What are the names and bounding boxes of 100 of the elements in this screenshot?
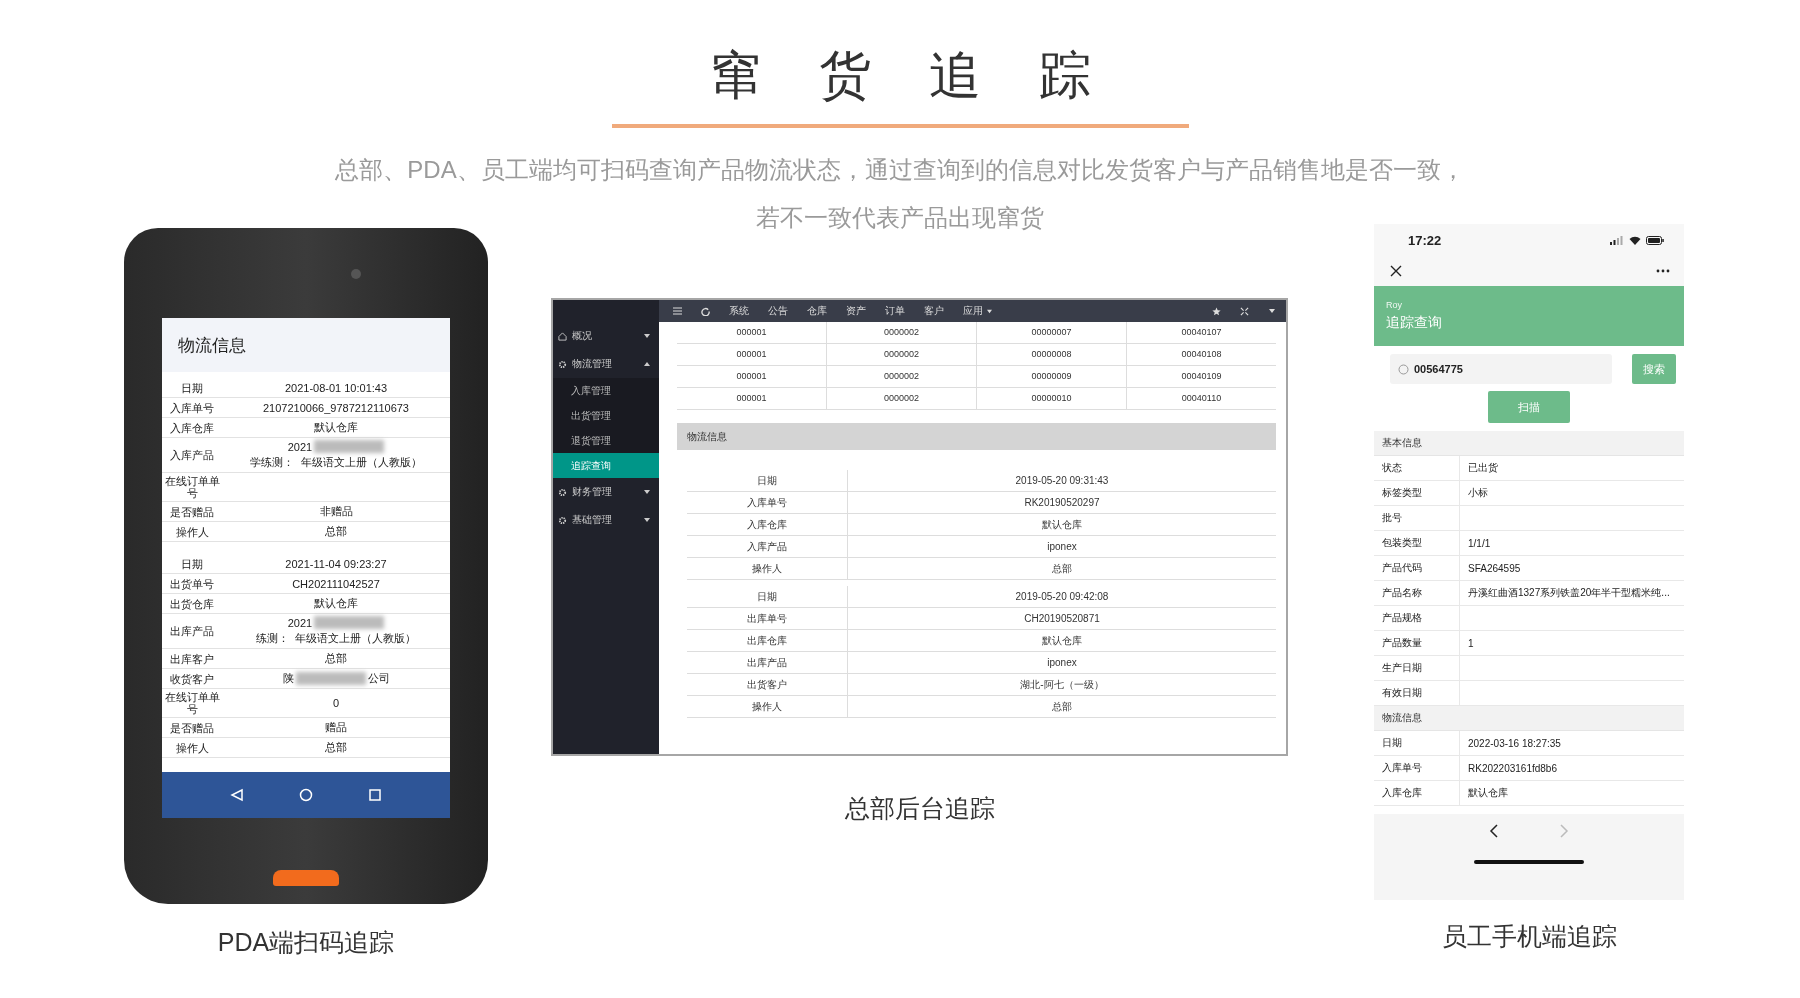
- field-value: 陕: [282, 671, 294, 686]
- search-field[interactable]: 00564775: [1390, 354, 1612, 384]
- recents-icon[interactable]: [368, 788, 383, 802]
- field-value: 2021: [287, 616, 313, 629]
- field-value: 2021: [287, 440, 313, 453]
- field-value: 默认仓库: [1467, 786, 1508, 800]
- nav-item[interactable]: 系统: [729, 304, 749, 318]
- fullscreen-icon[interactable]: [1240, 306, 1249, 316]
- table-cell: 00000010: [977, 388, 1127, 409]
- field-label: 操作人: [687, 558, 848, 579]
- table-cell: 0000002: [827, 366, 977, 387]
- caret-icon[interactable]: [986, 308, 993, 314]
- field-label: 日期: [180, 380, 204, 396]
- field-value: 总部: [1051, 562, 1073, 576]
- nav-item[interactable]: 仓库: [807, 304, 827, 318]
- sidebar-group[interactable]: 基础管理: [553, 506, 659, 534]
- field-label: 产品数量: [1374, 631, 1460, 655]
- field-label: 出货仓库: [169, 596, 215, 612]
- field-value: 2021-08-01 10:01:43: [283, 381, 389, 394]
- gear-icon: [558, 515, 567, 525]
- field-label: 生产日期: [1374, 656, 1460, 680]
- table-cell-text: 00040110: [1180, 392, 1223, 405]
- field-label: 日期: [687, 586, 848, 607]
- field-value: 湖北-阿七（一级）: [1019, 678, 1105, 692]
- nav-item[interactable]: 订单: [885, 304, 905, 318]
- sidebar-group[interactable]: 物流管理: [553, 350, 659, 378]
- field-label: 有效日期: [1374, 681, 1460, 705]
- nav-item[interactable]: 资产: [846, 304, 866, 318]
- field-label: 入库仓库: [1374, 781, 1460, 805]
- gear-icon: [558, 359, 567, 369]
- field-value: 默认仓库: [1041, 634, 1083, 648]
- field-value: iponex: [1046, 656, 1078, 670]
- field-label: 产品名称: [1374, 581, 1460, 605]
- field-value: 2019-05-20 09:42:08: [1014, 590, 1110, 604]
- caption: 总部后台追踪: [844, 793, 995, 824]
- field-value: 非赠品: [318, 504, 354, 519]
- field-label: 操作人: [174, 740, 210, 756]
- field-label: 在线订单单号: [163, 474, 221, 501]
- field-label: 入库产品: [169, 448, 215, 463]
- sidebar-item[interactable]: 退货管理: [553, 428, 659, 453]
- table-cell: 00000007: [977, 322, 1127, 343]
- table-cell: 0000002: [827, 388, 977, 409]
- caret-icon[interactable]: [1268, 308, 1276, 314]
- caption: 员工手机端追踪: [1441, 921, 1617, 952]
- home-icon[interactable]: [299, 788, 313, 802]
- field-label: 标签类型: [1374, 481, 1460, 505]
- field-value: SFA264595: [1467, 562, 1521, 574]
- sidebar-item[interactable]: 追踪查询: [553, 453, 659, 478]
- sidebar-group[interactable]: 概况: [553, 322, 659, 350]
- back-icon[interactable]: [1489, 824, 1499, 838]
- field-label: 入库单号: [169, 400, 215, 416]
- gear-icon: [558, 487, 567, 497]
- table-cell: 000001: [677, 388, 827, 409]
- field-label: 状态: [1374, 456, 1460, 480]
- section-title: 物流信息: [1382, 711, 1422, 725]
- sidebar-item[interactable]: 入库管理: [553, 378, 659, 403]
- home-icon: [558, 331, 567, 341]
- table-cell: 00000009: [977, 366, 1127, 387]
- field-value: 总部: [324, 524, 348, 539]
- field-label: 入库仓库: [169, 420, 215, 436]
- home-key[interactable]: [273, 870, 339, 886]
- field-label: 出库仓库: [687, 630, 848, 651]
- sidebar-group[interactable]: 财务管理: [553, 478, 659, 506]
- field-label: 包装类型: [1374, 531, 1460, 555]
- refresh-icon[interactable]: [701, 306, 710, 316]
- user-name: Roy: [1386, 300, 1403, 310]
- field-label: 是否赠品: [169, 720, 215, 736]
- field-value: 丹溪红曲酒1327系列铁盖20年半干型糯米纯...: [1467, 586, 1670, 600]
- battery-icon: [1646, 235, 1664, 245]
- nav-item[interactable]: 公告: [768, 304, 788, 318]
- star-icon[interactable]: [1212, 306, 1221, 316]
- table-cell: 000001: [677, 366, 827, 387]
- field-value: 1: [1467, 637, 1474, 649]
- field-label: 日期: [1374, 731, 1460, 755]
- field-value: 0: [331, 697, 341, 709]
- field-label: 入库单号: [687, 492, 848, 513]
- field-value: 1/1/1: [1467, 537, 1491, 549]
- caption: PDA端扫码追踪: [217, 927, 395, 958]
- more-icon[interactable]: [1656, 269, 1670, 273]
- screen-title: 物流信息: [178, 334, 246, 357]
- close-icon[interactable]: [1390, 265, 1402, 277]
- sidebar-item[interactable]: 出货管理: [553, 403, 659, 428]
- field-value: 练测： 年级语文上册（人教版）: [255, 631, 417, 646]
- nav-item[interactable]: 客户: [924, 304, 944, 318]
- field-value: RK20190520297: [1023, 496, 1101, 510]
- nav-menu[interactable]: 应用: [963, 304, 983, 318]
- field-label: 产品规格: [1374, 606, 1460, 630]
- table-cell-text: 00040109: [1180, 370, 1223, 383]
- field-value: 已出货: [1467, 461, 1498, 475]
- field-value: 总部: [324, 651, 348, 666]
- field-value: 默认仓库: [1041, 518, 1083, 532]
- menu-icon[interactable]: [673, 307, 682, 315]
- field-label: 在线订单单号: [163, 690, 221, 717]
- field-label: 操作人: [687, 696, 848, 717]
- field-value: 学练测： 年级语文上册（人教版）: [250, 455, 422, 470]
- subtitle-line: 若不一致代表产品出现窜货: [756, 203, 1044, 233]
- field-label: 入库产品: [687, 536, 848, 557]
- field-label: 日期: [180, 556, 204, 572]
- section-title: 基本信息: [1382, 436, 1422, 450]
- field-label: 出货单号: [169, 576, 215, 592]
